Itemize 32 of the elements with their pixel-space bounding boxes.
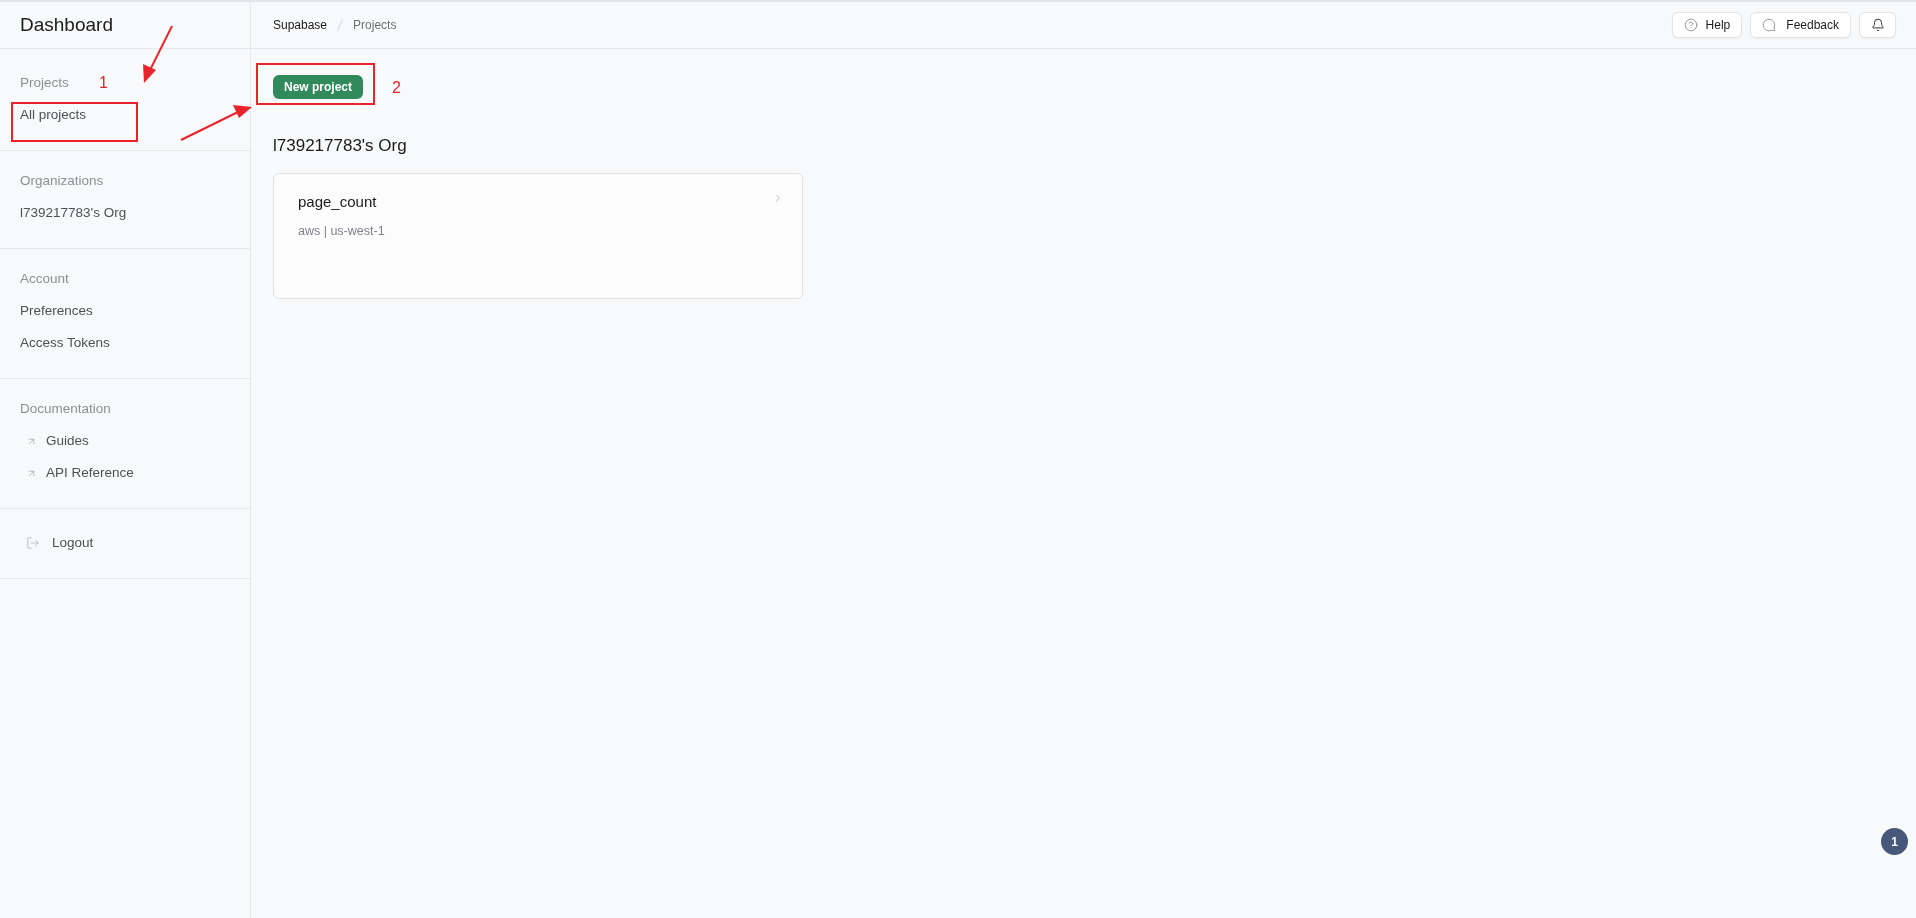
sidebar-link[interactable]: All projects [20, 99, 230, 131]
section-heading: Documentation [20, 399, 111, 418]
feedback-button[interactable]: Feedback [1750, 12, 1851, 38]
section-heading: Account [20, 269, 69, 288]
notification-count-badge[interactable]: 1 [1881, 828, 1908, 855]
bell-icon [1870, 18, 1885, 32]
annotation-number: 2 [392, 78, 401, 98]
breadcrumb-link[interactable]: Projects [353, 16, 397, 34]
section-heading: Organizations [20, 171, 104, 190]
annotation-number: 1 [99, 73, 108, 93]
breadcrumb-link[interactable]: Supabase [273, 16, 328, 34]
sidebar-link[interactable]: Access Tokens [20, 327, 230, 359]
help-icon [1683, 18, 1698, 32]
section-heading: Projects [20, 73, 69, 92]
sidebar-link[interactable]: Guides [20, 425, 230, 457]
sidebar-link[interactable]: Logout [20, 527, 230, 559]
sidebar-link[interactable]: l739217783's Org [20, 197, 230, 229]
project-name: page_count [298, 192, 377, 212]
sidebar-link[interactable]: API Reference [20, 457, 230, 489]
project-card[interactable]: page_count aws | us-west-1 [273, 173, 803, 299]
logout-icon [26, 536, 40, 550]
annotation-arrow [143, 25, 173, 83]
project-region: aws | us-west-1 [298, 223, 385, 240]
annotation-arrow [180, 105, 252, 141]
speech-bubble-icon [1762, 18, 1777, 32]
breadcrumb-separator-icon [337, 19, 344, 31]
organization-heading: l739217783's Org [273, 135, 407, 157]
notifications-button[interactable] [1859, 12, 1896, 38]
new-project-button[interactable]: New project [273, 75, 363, 99]
sidebar-title: Dashboard [20, 12, 113, 37]
sidebar-link[interactable]: Preferences [20, 295, 230, 327]
help-button[interactable]: Help [1671, 12, 1743, 38]
